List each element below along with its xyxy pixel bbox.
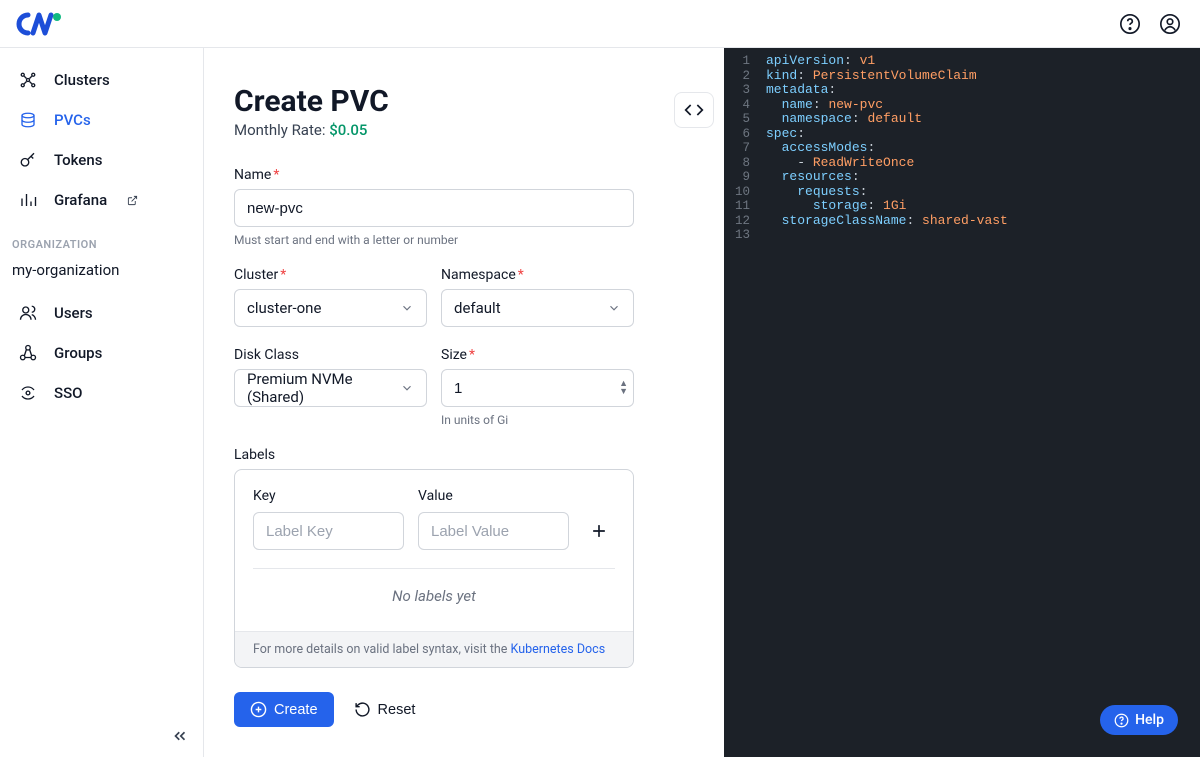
reset-icon bbox=[354, 701, 371, 718]
code-content: apiVersion: v1kind: PersistentVolumeClai… bbox=[758, 48, 1020, 757]
name-field: Name* Must start and end with a letter o… bbox=[234, 167, 634, 247]
labels-label: Labels bbox=[234, 447, 634, 463]
size-stepper[interactable]: ▲▼ bbox=[619, 380, 628, 396]
yaml-preview: 12345678910111213 apiVersion: v1kind: Pe… bbox=[724, 48, 1200, 757]
namespace-select[interactable]: default bbox=[441, 289, 634, 327]
sidebar-item-tokens[interactable]: Tokens bbox=[0, 140, 203, 180]
logo-icon bbox=[16, 11, 62, 37]
grafana-icon bbox=[18, 190, 38, 210]
reset-button[interactable]: Reset bbox=[354, 701, 416, 718]
users-icon bbox=[18, 303, 38, 323]
labels-footer: For more details on valid label syntax, … bbox=[235, 631, 633, 667]
kubernetes-docs-link[interactable]: Kubernetes Docs bbox=[511, 642, 606, 657]
sidebar-item-grafana[interactable]: Grafana bbox=[0, 180, 203, 220]
pvcs-icon bbox=[18, 110, 38, 130]
sidebar-collapse-button[interactable] bbox=[171, 727, 189, 745]
disk-class-field: Disk Class Premium NVMe (Shared) bbox=[234, 347, 427, 427]
sidebar-item-groups[interactable]: Groups bbox=[0, 333, 203, 373]
external-link-icon bbox=[127, 195, 138, 206]
monthly-rate: Monthly Rate: $0.05 bbox=[234, 121, 634, 139]
labels-value-header: Value bbox=[418, 488, 569, 504]
logo[interactable] bbox=[16, 11, 62, 37]
form-pane: Create PVC Monthly Rate: $0.05 Name* Mus… bbox=[204, 48, 664, 757]
org-section-label: ORGANIZATION bbox=[0, 220, 203, 257]
labels-key-header: Key bbox=[253, 488, 404, 504]
help-fab[interactable]: Help bbox=[1100, 705, 1178, 735]
sidebar-item-users[interactable]: Users bbox=[0, 293, 203, 333]
chevron-down-icon bbox=[400, 301, 414, 315]
cluster-select[interactable]: cluster-one bbox=[234, 289, 427, 327]
main: Create PVC Monthly Rate: $0.05 Name* Mus… bbox=[204, 48, 1200, 757]
disk-class-label: Disk Class bbox=[234, 347, 427, 363]
cluster-field: Cluster* cluster-one bbox=[234, 267, 427, 327]
add-label-button[interactable] bbox=[583, 512, 615, 550]
code-view-toggle[interactable] bbox=[674, 92, 714, 128]
cluster-label: Cluster* bbox=[234, 267, 427, 283]
disk-class-select[interactable]: Premium NVMe (Shared) bbox=[234, 369, 427, 407]
name-label: Name* bbox=[234, 167, 634, 183]
help-icon bbox=[1114, 713, 1129, 728]
sidebar-item-label: Groups bbox=[54, 344, 102, 362]
monthly-rate-value: $0.05 bbox=[329, 121, 367, 139]
sidebar-item-label: Grafana bbox=[54, 191, 107, 209]
sidebar-item-label: Tokens bbox=[54, 151, 102, 169]
code-gutter: 12345678910111213 bbox=[724, 48, 758, 757]
size-field: Size* ▲▼ In units of Gi bbox=[441, 347, 634, 427]
label-value-input[interactable] bbox=[418, 512, 569, 550]
sidebar-item-label: SSO bbox=[54, 384, 83, 402]
chevron-down-icon bbox=[607, 301, 621, 315]
chevron-down-icon bbox=[400, 381, 414, 395]
tokens-icon bbox=[18, 150, 38, 170]
page-title: Create PVC bbox=[234, 84, 634, 119]
groups-icon bbox=[18, 343, 38, 363]
sidebar-item-label: Users bbox=[54, 304, 93, 322]
namespace-field: Namespace* default bbox=[441, 267, 634, 327]
help-icon[interactable] bbox=[1116, 10, 1144, 38]
labels-box: Key Value No labels bbox=[234, 469, 634, 668]
label-key-input[interactable] bbox=[253, 512, 404, 550]
org-name[interactable]: my-organization bbox=[0, 257, 203, 293]
sidebar-item-clusters[interactable]: Clusters bbox=[0, 60, 203, 100]
size-label: Size* bbox=[441, 347, 634, 363]
plus-circle-icon bbox=[250, 701, 267, 718]
profile-icon[interactable] bbox=[1156, 10, 1184, 38]
sso-icon bbox=[18, 383, 38, 403]
topbar bbox=[0, 0, 1200, 48]
no-labels-message: No labels yet bbox=[253, 569, 615, 621]
sidebar-item-sso[interactable]: SSO bbox=[0, 373, 203, 413]
name-hint: Must start and end with a letter or numb… bbox=[234, 233, 634, 247]
sidebar: Clusters PVCs Tokens Grafana ORGANIZATIO… bbox=[0, 48, 204, 757]
sidebar-item-pvcs[interactable]: PVCs bbox=[0, 100, 203, 140]
size-hint: In units of Gi bbox=[441, 413, 634, 427]
namespace-label: Namespace* bbox=[441, 267, 634, 283]
name-input[interactable] bbox=[234, 189, 634, 227]
create-button[interactable]: Create bbox=[234, 692, 334, 727]
size-input[interactable] bbox=[441, 369, 634, 407]
clusters-icon bbox=[18, 70, 38, 90]
sidebar-item-label: Clusters bbox=[54, 71, 110, 89]
sidebar-item-label: PVCs bbox=[54, 111, 91, 129]
